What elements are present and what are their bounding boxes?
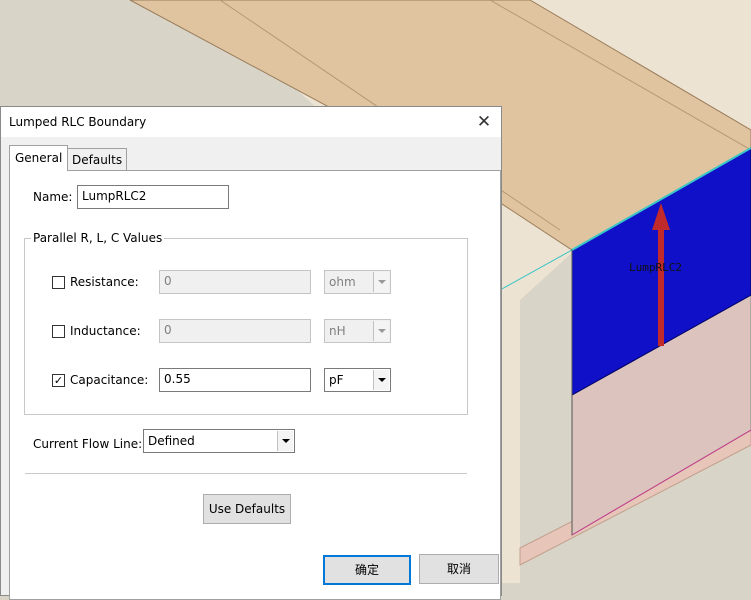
current-flow-arrow — [658, 222, 664, 346]
inductance-unit-select[interactable]: nH — [324, 319, 391, 343]
chevron-down-icon[interactable] — [373, 370, 389, 390]
resistance-checkbox[interactable] — [52, 276, 65, 289]
tab-general[interactable]: General — [9, 145, 68, 171]
capacitance-input[interactable]: 0.55 — [159, 368, 311, 392]
dialog-title: Lumped RLC Boundary — [9, 115, 147, 129]
inductance-input[interactable]: 0 — [159, 319, 311, 343]
resistance-unit-select[interactable]: ohm — [324, 270, 391, 294]
capacitance-unit-select[interactable]: pF — [324, 368, 391, 392]
cancel-button[interactable]: 取消 — [419, 554, 499, 584]
title-bar[interactable]: Lumped RLC Boundary ✕ — [1, 107, 501, 137]
flow-line-label: Current Flow Line: — [33, 437, 143, 451]
inductance-checkbox[interactable] — [52, 325, 65, 338]
group-title: Parallel R, L, C Values — [31, 231, 165, 245]
capacitance-unit-value: pF — [329, 373, 344, 387]
chevron-down-icon[interactable] — [373, 272, 389, 292]
chevron-down-icon[interactable] — [373, 321, 389, 341]
inductance-label: Inductance: — [70, 324, 141, 338]
chevron-down-icon[interactable] — [277, 431, 293, 451]
use-defaults-button[interactable]: Use Defaults — [203, 494, 291, 524]
name-input[interactable]: LumpRLC2 — [77, 185, 229, 209]
flow-line-select[interactable]: Defined — [143, 429, 295, 453]
resistance-unit-value: ohm — [329, 275, 356, 289]
divider — [25, 473, 467, 474]
tab-defaults[interactable]: Defaults — [67, 148, 127, 170]
inductance-unit-value: nH — [329, 324, 346, 338]
lumped-rlc-dialog: Lumped RLC Boundary ✕ General Defaults N… — [0, 106, 502, 600]
port-name-label: LumpRLC2 — [629, 261, 682, 274]
capacitance-checkbox[interactable]: ✓ — [52, 374, 65, 387]
resistance-label: Resistance: — [70, 275, 139, 289]
capacitance-label: Capacitance: — [70, 373, 149, 387]
flow-line-value: Defined — [148, 434, 195, 448]
close-icon[interactable]: ✕ — [473, 111, 495, 133]
ok-button[interactable]: 确定 — [323, 555, 411, 585]
resistance-input[interactable]: 0 — [159, 270, 311, 294]
name-label: Name: — [33, 190, 73, 204]
